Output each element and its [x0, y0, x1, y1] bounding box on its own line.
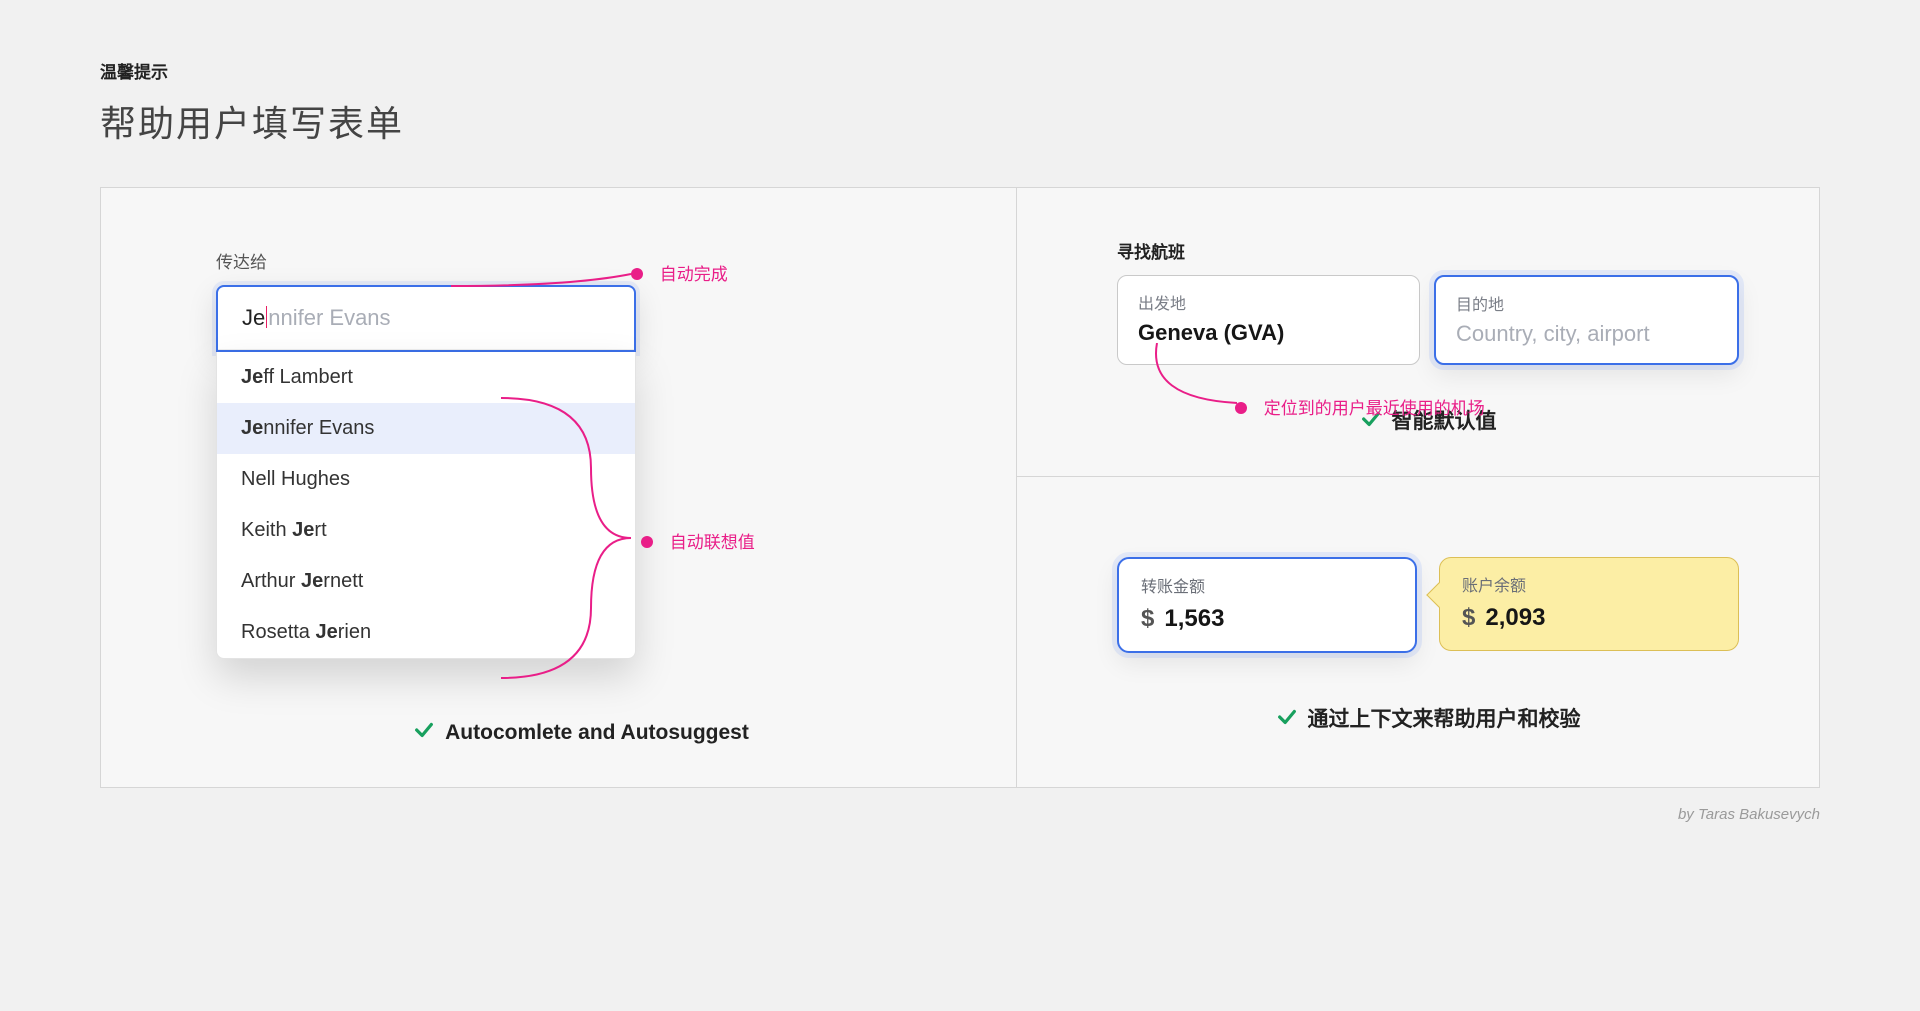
page-title: 帮助用户填写表单 [100, 95, 1820, 147]
autocomplete-input[interactable]: Jennifer Evans [218, 287, 634, 350]
panel-context-validation: 转账金额 $1,563 账户余额 $2,093 通过上下文来帮助用户和校验 [1017, 477, 1819, 774]
annotation-autosuggest: 自动联想值 [641, 528, 755, 553]
from-label: 出发地 [1138, 290, 1399, 314]
annotation-dot [631, 268, 643, 280]
right-column: 寻找航班 出发地 Geneva (GVA) 目的地 Country, city,… [1017, 188, 1819, 787]
check-icon [413, 719, 435, 747]
to-label: 目的地 [1456, 291, 1717, 315]
check-icon [1276, 706, 1298, 734]
panel-caption: 通过上下文来帮助用户和校验 [1117, 703, 1739, 734]
annotation-dot [641, 536, 653, 548]
tooltip-notch [1426, 582, 1451, 607]
credit-line: by Taras Bakusevych [100, 806, 1820, 823]
annotation-dot [1235, 402, 1247, 414]
suggestion-item[interactable]: Jeff Lambert [217, 352, 635, 403]
from-value: Geneva (GVA) [1138, 320, 1399, 346]
suggestion-item[interactable]: Nell Hughes [217, 454, 635, 505]
transfer-label: 转账金额 [1141, 573, 1393, 597]
flight-fields: 出发地 Geneva (GVA) 目的地 Country, city, airp… [1117, 275, 1739, 365]
panel-caption: Autocomlete and Autosuggest [216, 719, 946, 747]
examples-grid: 传达给 Jennifer Evans Jeff Lambert Jennifer… [100, 187, 1820, 788]
transfer-amount-field[interactable]: 转账金额 $1,563 [1117, 557, 1417, 653]
flight-section-label: 寻找航班 [1117, 238, 1739, 263]
transfer-value: $1,563 [1141, 605, 1393, 633]
autocomplete-field-label: 传达给 [216, 248, 946, 273]
ghost-completion: nnifer Evans [268, 305, 390, 330]
suggestion-item[interactable]: Arthur Jernett [217, 556, 635, 607]
suggestion-item[interactable]: Rosetta Jerien [217, 607, 635, 658]
panel-smart-defaults: 寻找航班 出发地 Geneva (GVA) 目的地 Country, city,… [1017, 188, 1819, 477]
amount-row: 转账金额 $1,563 账户余额 $2,093 [1117, 557, 1739, 653]
balance-tooltip: 账户余额 $2,093 [1439, 557, 1739, 651]
to-field[interactable]: 目的地 Country, city, airport [1434, 275, 1739, 365]
to-placeholder: Country, city, airport [1456, 321, 1717, 347]
suggestion-item[interactable]: Keith Jert [217, 505, 635, 556]
annotation-smart-default: 定位到的用户最近使用的机场 [1235, 394, 1485, 419]
panel-autocomplete: 传达给 Jennifer Evans Jeff Lambert Jennifer… [101, 188, 1017, 787]
from-field[interactable]: 出发地 Geneva (GVA) [1117, 275, 1420, 365]
annotation-autocomplete: 自动完成 [631, 260, 728, 285]
autocomplete-input-wrapper: Jennifer Evans [216, 285, 636, 352]
typed-text: Je [242, 305, 265, 330]
suggestion-item[interactable]: Jennifer Evans [217, 403, 635, 454]
balance-value: $2,093 [1462, 604, 1716, 632]
balance-label: 账户余额 [1462, 572, 1716, 596]
suggestion-list: Jeff Lambert Jennifer Evans Nell Hughes … [216, 352, 636, 659]
eyebrow: 温馨提示 [100, 58, 1820, 83]
